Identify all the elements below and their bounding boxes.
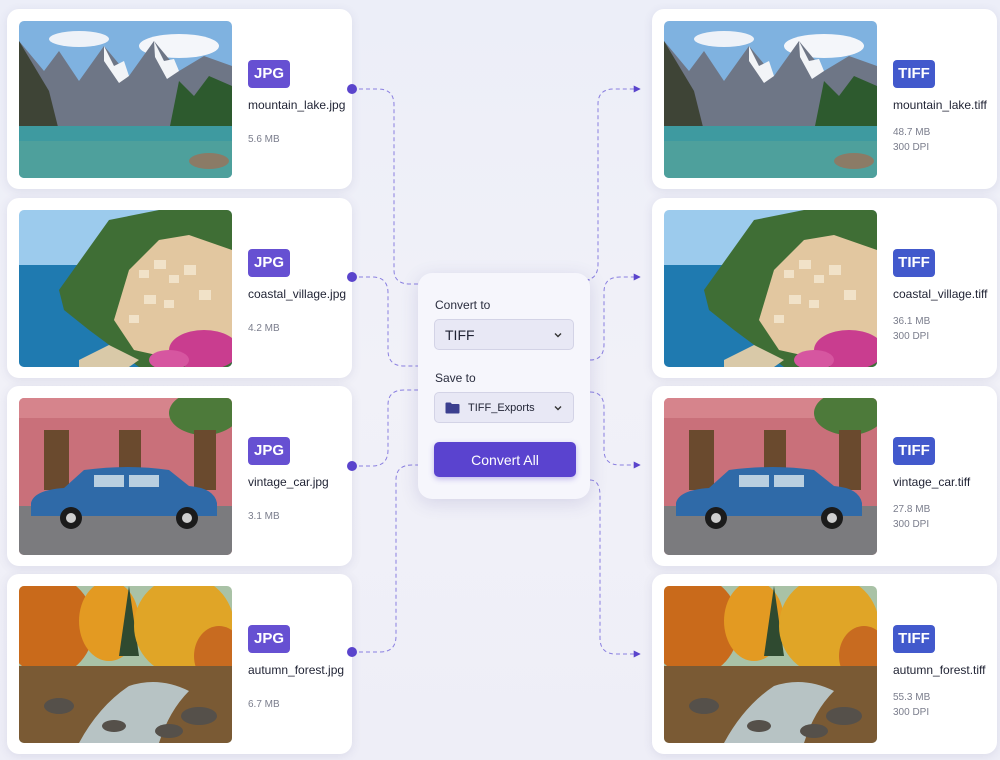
output-file-size: 48.7 MB <box>893 127 931 138</box>
connector-out-2 <box>589 273 641 361</box>
output-card[interactable]: TIFF mountain_lake.tiff 48.7 MB 300 DPI <box>652 9 997 189</box>
conversion-panel: Convert to TIFF Save to TIFF_Exports Con… <box>418 273 590 499</box>
thumbnail-mountain-lake <box>19 21 232 178</box>
thumbnail-vintage-car <box>19 398 232 555</box>
output-dpi: 300 DPI <box>893 707 930 718</box>
output-filename: coastal_village.tiff <box>893 287 988 301</box>
source-file-size: 3.1 MB <box>248 511 280 522</box>
thumbnail-autumn-forest <box>664 586 877 743</box>
folder-icon <box>445 402 460 413</box>
thumbnail-autumn-forest <box>19 586 232 743</box>
format-dropdown-value: TIFF <box>445 326 475 343</box>
source-filename: vintage_car.jpg <box>248 475 329 489</box>
output-file-size: 27.8 MB <box>893 504 931 515</box>
chevron-down-icon <box>554 405 562 410</box>
connector-in-2 <box>352 276 418 367</box>
thumbnail-mountain-lake <box>664 21 877 178</box>
thumbnail-coastal-village <box>19 210 232 367</box>
output-dpi: 300 DPI <box>893 331 930 342</box>
connector-in-1 <box>352 88 418 285</box>
save-folder-dropdown[interactable]: TIFF_Exports <box>434 392 574 423</box>
connector-in-4 <box>352 464 418 653</box>
output-filename: autumn_forest.tiff <box>893 663 986 677</box>
output-card[interactable]: TIFF autumn_forest.tiff 55.3 MB 300 DPI <box>652 574 997 754</box>
source-connector-dot <box>347 272 357 282</box>
source-file-size: 4.2 MB <box>248 323 280 334</box>
output-file-size: 36.1 MB <box>893 316 931 327</box>
format-badge-tiff: TIFF <box>893 625 935 653</box>
source-file-size: 6.7 MB <box>248 699 280 710</box>
source-filename: mountain_lake.jpg <box>248 98 346 112</box>
source-card[interactable]: JPG vintage_car.jpg 3.1 MB <box>7 386 352 566</box>
convert-to-label: Convert to <box>435 298 491 312</box>
chevron-down-icon <box>554 332 562 337</box>
source-filename: autumn_forest.jpg <box>248 663 345 677</box>
source-filename: coastal_village.jpg <box>248 287 347 301</box>
output-card[interactable]: TIFF coastal_village.tiff 36.1 MB 300 DP… <box>652 198 997 378</box>
output-dpi: 300 DPI <box>893 519 930 530</box>
format-badge-tiff: TIFF <box>893 60 935 88</box>
format-badge-jpg: JPG <box>248 625 290 653</box>
connector-out-1 <box>583 85 641 281</box>
folder-dropdown-value: TIFF_Exports <box>468 401 535 414</box>
source-connector-dot <box>347 461 357 471</box>
format-badge-jpg: JPG <box>248 249 290 277</box>
format-badge-jpg: JPG <box>248 60 290 88</box>
source-file-size: 5.6 MB <box>248 134 280 145</box>
thumbnail-coastal-village <box>664 210 877 367</box>
output-filename: vintage_car.tiff <box>893 475 971 489</box>
format-dropdown[interactable]: TIFF <box>434 319 574 350</box>
source-card[interactable]: JPG mountain_lake.jpg 5.6 MB <box>7 9 352 189</box>
save-to-label: Save to <box>435 371 476 385</box>
source-card[interactable]: JPG autumn_forest.jpg 6.7 MB <box>7 574 352 754</box>
connector-out-4 <box>589 479 641 658</box>
source-connector-dot <box>347 647 357 657</box>
output-card[interactable]: TIFF vintage_car.tiff 27.8 MB 300 DPI <box>652 386 997 566</box>
format-badge-jpg: JPG <box>248 437 290 465</box>
convert-all-button[interactable]: Convert All <box>434 442 576 477</box>
output-dpi: 300 DPI <box>893 142 930 153</box>
thumbnail-vintage-car <box>664 398 877 555</box>
output-filename: mountain_lake.tiff <box>893 98 987 112</box>
format-badge-tiff: TIFF <box>893 437 935 465</box>
source-card[interactable]: JPG coastal_village.jpg 4.2 MB <box>7 198 352 378</box>
output-file-size: 55.3 MB <box>893 692 931 703</box>
source-connector-dot <box>347 84 357 94</box>
connector-in-3 <box>352 389 418 467</box>
format-badge-tiff: TIFF <box>893 249 935 277</box>
connector-out-3 <box>589 391 641 469</box>
